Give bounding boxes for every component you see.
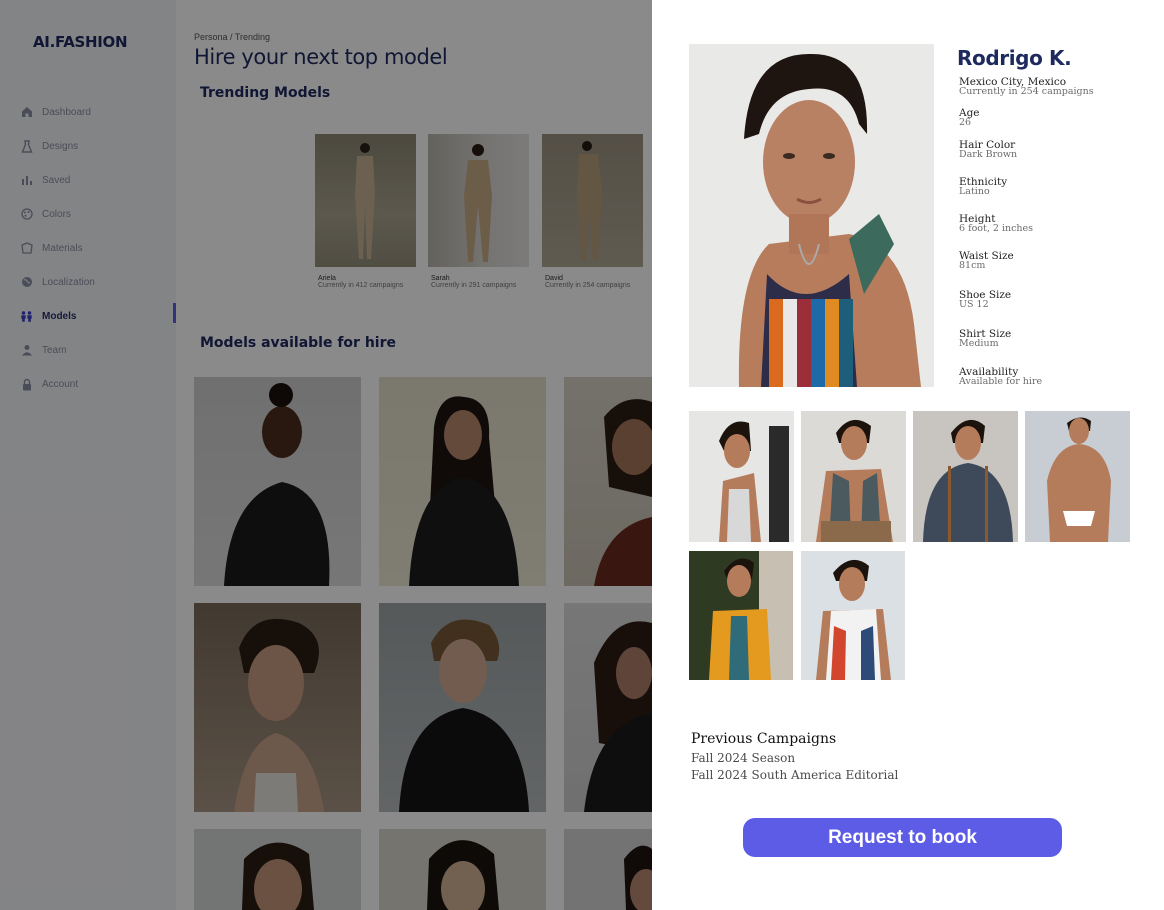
attribute-value: 26 [959, 117, 972, 128]
gallery-thumbnail[interactable] [801, 411, 906, 542]
attribute-shoe-size: Shoe Size US 12 [959, 290, 1011, 310]
attribute-height: Height 6 foot, 2 inches [959, 214, 1033, 234]
attribute-hair-color: Hair Color Dark Brown [959, 140, 1017, 160]
attribute-value: Latino [959, 186, 990, 197]
attribute-age: Age 26 [959, 108, 980, 128]
modal-backdrop[interactable] [0, 0, 652, 910]
attribute-value: Available for hire [959, 376, 1043, 387]
attribute-value: 6 foot, 2 inches [959, 223, 1034, 234]
attribute-waist-size: Waist Size 81cm [959, 251, 1014, 271]
attribute-ethnicity: Ethnicity Latino [959, 177, 1007, 197]
gallery-thumbnail[interactable] [801, 551, 905, 680]
model-detail-panel: Rodrigo K. Mexico City, Mexico Currently… [652, 0, 1164, 910]
model-location-block: Mexico City, Mexico Currently in 254 cam… [959, 77, 1094, 97]
model-main-photo [689, 44, 934, 387]
previous-campaigns-title: Previous Campaigns [691, 731, 837, 747]
attribute-value: Medium [959, 338, 999, 349]
gallery-thumbnail[interactable] [689, 551, 793, 680]
attribute-value: 81cm [959, 260, 986, 271]
attribute-shirt-size: Shirt Size Medium [959, 329, 1011, 349]
request-to-book-button[interactable]: Request to book [743, 818, 1062, 857]
previous-campaign-item: Fall 2024 South America Editorial [691, 768, 899, 782]
model-name: Rodrigo K. [957, 46, 1072, 70]
attribute-value: Dark Brown [959, 149, 1018, 160]
gallery-thumbnail[interactable] [689, 411, 794, 542]
attribute-availability: Availability Available for hire [959, 367, 1042, 387]
model-campaigns: Currently in 254 campaigns [959, 86, 1094, 97]
gallery-thumbnail[interactable] [1025, 411, 1130, 542]
gallery-thumbnail[interactable] [913, 411, 1018, 542]
previous-campaign-item: Fall 2024 Season [691, 751, 796, 765]
attribute-value: US 12 [959, 299, 989, 310]
